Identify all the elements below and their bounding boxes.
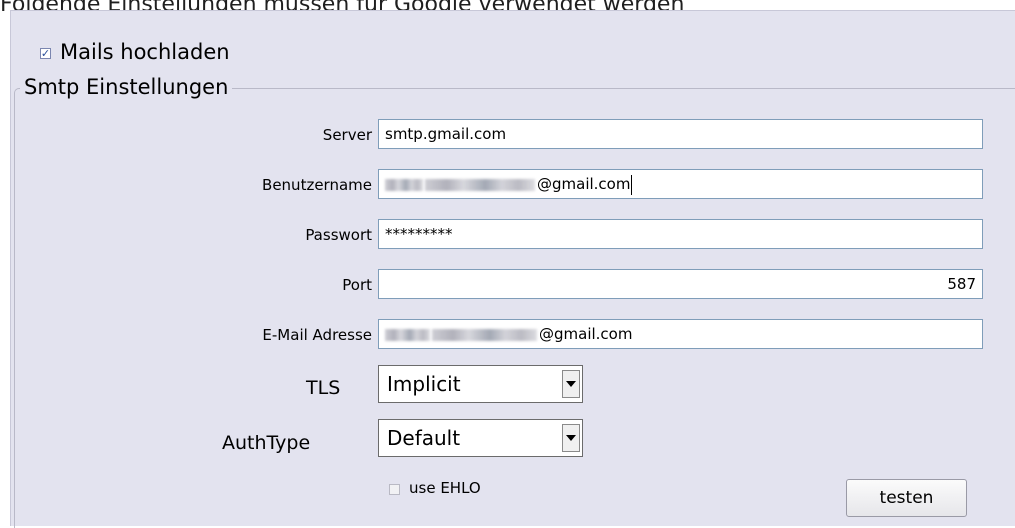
redacted-text bbox=[432, 328, 537, 341]
authtype-label: AuthType bbox=[222, 432, 311, 454]
port-label: Port bbox=[342, 276, 372, 294]
password-input[interactable]: ********* bbox=[378, 219, 983, 249]
username-input[interactable]: @gmail.com bbox=[378, 169, 983, 199]
smtp-group bbox=[14, 88, 1015, 528]
port-value: 587 bbox=[947, 275, 976, 293]
smtp-group-legend: Smtp Einstellungen bbox=[20, 75, 233, 99]
mails-upload-checkbox[interactable]: ✓ bbox=[40, 48, 51, 59]
password-value: ********* bbox=[385, 225, 453, 243]
server-value: smtp.gmail.com bbox=[385, 125, 507, 143]
chevron-down-icon[interactable] bbox=[562, 370, 580, 398]
redacted-text bbox=[425, 178, 535, 191]
use-ehlo-checkbox[interactable] bbox=[389, 484, 400, 495]
password-label: Passwort bbox=[305, 226, 372, 244]
tls-label: TLS bbox=[306, 377, 341, 399]
email-input[interactable]: @gmail.com bbox=[378, 319, 983, 349]
tls-selected-value: Implicit bbox=[387, 372, 461, 396]
authtype-selected-value: Default bbox=[387, 426, 461, 450]
redacted-text bbox=[385, 328, 430, 341]
email-value-suffix: @gmail.com bbox=[539, 325, 633, 343]
username-value-suffix: @gmail.com bbox=[537, 175, 631, 193]
username-label: Benutzername bbox=[262, 176, 372, 194]
authtype-select[interactable]: Default bbox=[378, 419, 583, 457]
redacted-text bbox=[385, 178, 423, 191]
email-label: E-Mail Adresse bbox=[262, 326, 372, 344]
tls-select[interactable]: Implicit bbox=[378, 365, 583, 403]
chevron-down-icon[interactable] bbox=[562, 424, 580, 452]
text-cursor bbox=[631, 174, 633, 195]
use-ehlo-label: use EHLO bbox=[409, 479, 481, 497]
test-button[interactable]: testen bbox=[846, 479, 967, 517]
server-input[interactable]: smtp.gmail.com bbox=[378, 119, 983, 149]
mails-upload-label: Mails hochladen bbox=[60, 40, 230, 64]
port-input[interactable]: 587 bbox=[378, 269, 983, 299]
server-label: Server bbox=[322, 126, 372, 144]
